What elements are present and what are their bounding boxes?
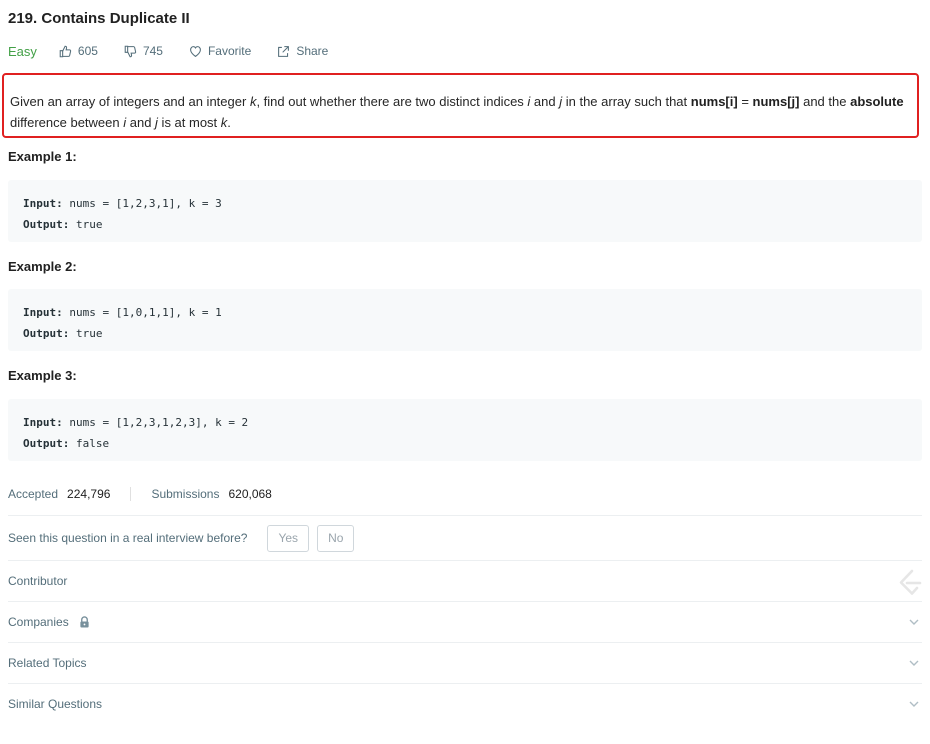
favorite-label: Favorite	[207, 44, 252, 58]
example-1-code: Input: nums = [1,2,3,1], k = 3 Output: t…	[8, 180, 922, 242]
problem-title: 219. Contains Duplicate II	[8, 10, 190, 27]
chevron-down-icon[interactable]	[908, 657, 920, 669]
submissions-label: Submissions	[151, 487, 220, 501]
divider	[8, 515, 922, 516]
like-count: 605	[77, 44, 98, 58]
example-1-title: Example 1:	[8, 149, 77, 164]
companies-section[interactable]: Companies	[8, 602, 922, 642]
similar-questions-label: Similar Questions	[8, 697, 103, 711]
favorite-button[interactable]: Favorite	[189, 44, 251, 58]
share-label: Share	[296, 44, 329, 58]
example-2-code: Input: nums = [1,0,1,1], k = 1 Output: t…	[8, 289, 922, 351]
like-button[interactable]: 605	[59, 44, 98, 58]
submissions-value: 620,068	[228, 487, 272, 501]
accepted-label: Accepted	[8, 487, 59, 501]
leetcode-logo-icon	[899, 569, 922, 595]
example-3-code: Input: nums = [1,2,3,1,2,3], k = 2 Outpu…	[8, 399, 922, 461]
share-icon	[278, 45, 290, 57]
submission-stats: Accepted 224,796 Submissions 620,068	[8, 487, 272, 501]
chevron-down-icon[interactable]	[908, 698, 920, 710]
interview-prompt: Seen this question in a real interview b…	[8, 524, 355, 552]
lock-icon	[80, 616, 89, 628]
problem-description: Given an array of integers and an intege…	[2, 73, 919, 138]
thumbs-down-icon	[124, 45, 137, 57]
interview-question: Seen this question in a real interview b…	[8, 531, 248, 545]
dislike-button[interactable]: 745	[124, 44, 163, 58]
related-topics-label: Related Topics	[8, 656, 87, 670]
similar-questions-section[interactable]: Similar Questions	[8, 684, 922, 724]
difficulty-badge: Easy	[8, 43, 37, 59]
related-topics-section[interactable]: Related Topics	[8, 643, 922, 683]
thumbs-up-icon	[59, 45, 72, 57]
contributor-label: Contributor	[8, 574, 68, 588]
stats-separator	[130, 487, 132, 501]
problem-meta-bar: Easy 605 745 Favorite Share	[8, 42, 354, 60]
chevron-down-icon[interactable]	[908, 616, 920, 628]
contributor-section[interactable]: Contributor	[8, 561, 922, 601]
no-button[interactable]: No	[317, 524, 355, 552]
example-2-title: Example 2:	[8, 259, 77, 274]
yes-button[interactable]: Yes	[267, 524, 310, 552]
example-3-title: Example 3:	[8, 368, 77, 383]
heart-icon	[190, 45, 201, 57]
companies-label: Companies	[8, 615, 69, 629]
dislike-count: 745	[142, 44, 163, 58]
share-button[interactable]: Share	[277, 44, 328, 58]
accepted-value: 224,796	[67, 487, 111, 501]
